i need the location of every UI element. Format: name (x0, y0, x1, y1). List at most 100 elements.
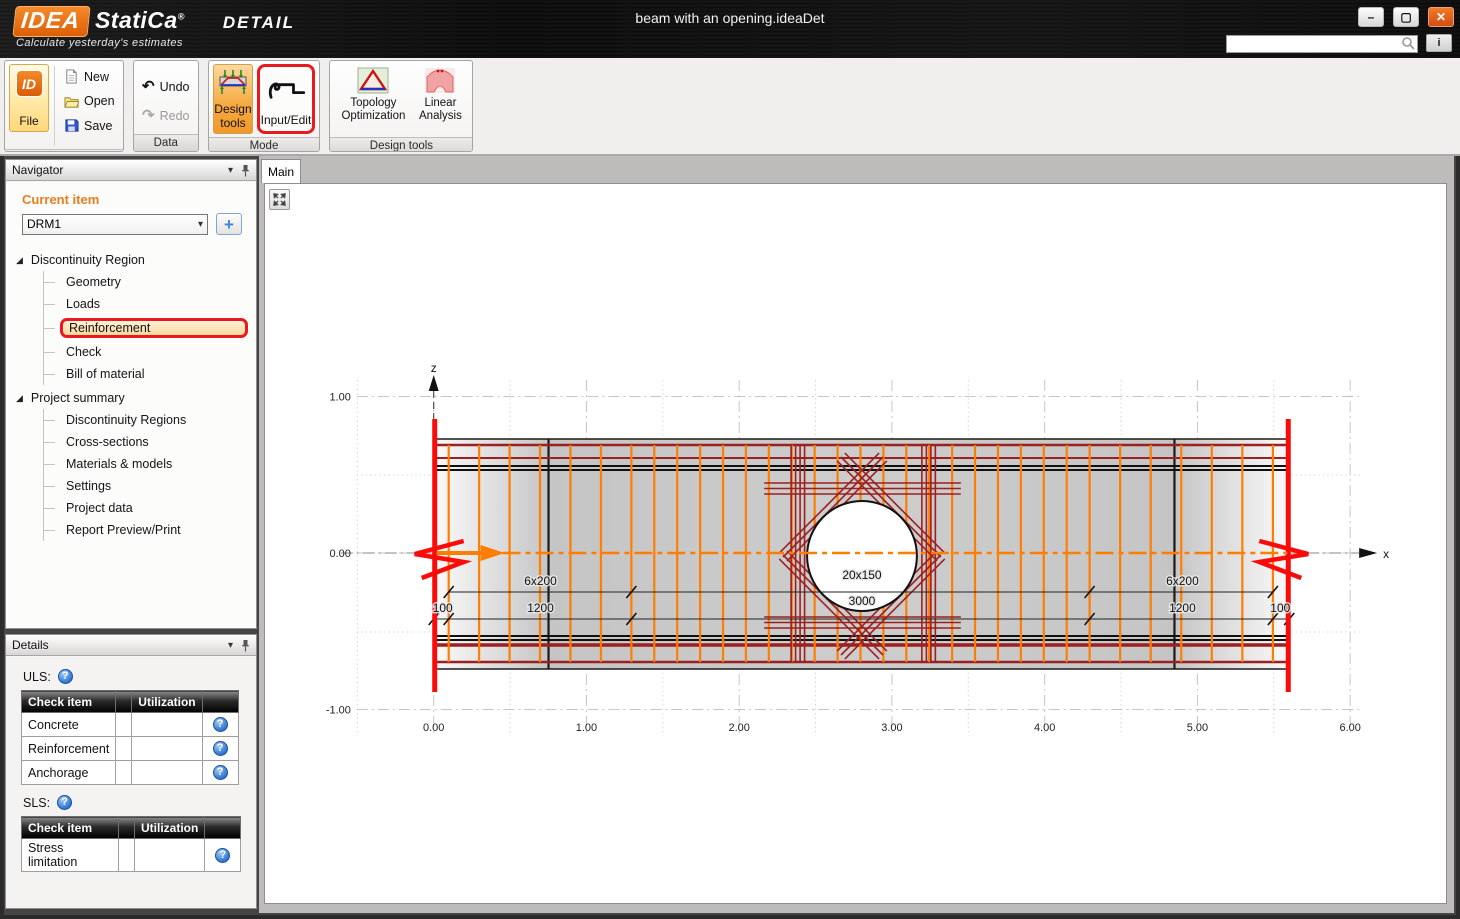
panel-collapse-icon[interactable]: ▾ (228, 640, 233, 651)
undo-button-label: Undo (160, 80, 190, 94)
utilization-value (132, 737, 202, 761)
nav-section-label: Project summary (31, 391, 125, 405)
nav-section-0[interactable]: ◢ Discontinuity Region (16, 249, 256, 271)
input-edit-mode-button[interactable]: Input/Edit (257, 64, 315, 134)
topology-optimization-icon (357, 67, 389, 94)
dimension-label: 3000 (849, 594, 876, 608)
undo-button[interactable]: ↶ Undo (138, 76, 193, 97)
uls-table: Check item Utilization Concrete?Reinforc… (21, 690, 239, 785)
check-row: Stress limitation? (22, 839, 241, 872)
utilization-value (132, 761, 202, 785)
cell-help: ? (202, 737, 238, 761)
add-item-button[interactable]: + (216, 213, 242, 235)
open-button[interactable]: Open (60, 91, 119, 112)
help-icon[interactable]: ? (58, 669, 73, 684)
utilization-value (135, 839, 205, 872)
file-button[interactable]: ID File (9, 64, 49, 132)
navigator-tree: ◢ Discontinuity Region Geometry Loads Reinfo… (16, 249, 256, 541)
new-button[interactable]: New (60, 66, 119, 87)
nav-item-loads[interactable]: Loads (44, 293, 256, 315)
search-icon (1401, 36, 1415, 50)
file-button-label: File (19, 114, 38, 128)
nav-item-geometry[interactable]: Geometry (44, 271, 256, 293)
check-item-name: Reinforcement (22, 737, 116, 761)
tree-expander-icon[interactable]: ◢ (16, 255, 23, 266)
undo-icon: ↶ (142, 79, 155, 94)
minimize-button[interactable]: – (1358, 7, 1384, 27)
dimension-label: 100 (1270, 601, 1290, 615)
nav-item-discontinuity-regions[interactable]: Discontinuity Regions (44, 409, 256, 431)
search-input[interactable] (1226, 35, 1418, 53)
navigator-title: Navigator (12, 163, 63, 177)
nav-item-cross-sections[interactable]: Cross-sections (44, 431, 256, 453)
redo-button-label: Redo (160, 109, 190, 123)
nav-item-label: Materials & models (60, 456, 178, 472)
save-button-label: Save (84, 119, 113, 133)
help-icon[interactable]: ? (213, 741, 228, 756)
drawing-canvas[interactable]: 0.001.002.003.004.005.006.001.000.00-1.0… (264, 183, 1447, 904)
nav-item-report-preview-print[interactable]: Report Preview/Print (44, 519, 256, 541)
design-tools-icon (217, 69, 249, 95)
navigator-panel: Navigator ▾ Current item DRM1 ▾ + ◢Di (5, 159, 257, 629)
dimension-label: 20x150 (842, 568, 882, 582)
group-label-mode: Mode (209, 137, 319, 152)
chevron-down-icon: ▾ (198, 219, 203, 230)
x-axis-tick: 6.00 (1339, 722, 1360, 734)
linear-analysis-button[interactable]: Linear Analysis (412, 64, 468, 134)
cell-gap (116, 761, 132, 785)
nav-item-label: Settings (60, 478, 117, 494)
pin-icon[interactable] (241, 164, 250, 177)
fit-view-button[interactable] (269, 189, 290, 210)
nav-item-check[interactable]: Check (44, 341, 256, 363)
nav-item-bill-of-material[interactable]: Bill of material (44, 363, 256, 385)
nav-section-label: Discontinuity Region (31, 253, 145, 267)
tab-main[interactable]: Main (261, 159, 301, 183)
current-item-select[interactable]: DRM1 ▾ (22, 214, 208, 235)
nav-item-label: Check (60, 344, 107, 360)
check-row: Reinforcement? (22, 737, 239, 761)
y-axis-tick: 0.00 (329, 548, 350, 560)
new-button-label: New (84, 70, 109, 84)
panel-collapse-icon[interactable]: ▾ (228, 165, 233, 176)
close-button[interactable]: ✕ (1428, 7, 1454, 27)
new-document-icon (64, 69, 79, 84)
redo-icon: ↷ (142, 108, 155, 123)
main-content: Navigator ▾ Current item DRM1 ▾ + ◢Di (4, 156, 1456, 915)
cell-help: ? (202, 761, 238, 785)
nav-section-1[interactable]: ◢ Project summary (16, 387, 256, 409)
x-axis-tick: 5.00 (1187, 722, 1208, 734)
sls-label: SLS: (23, 796, 50, 810)
nav-item-materials-models[interactable]: Materials & models (44, 453, 256, 475)
cell-help: ? (202, 713, 238, 737)
group-label-project: Project (5, 149, 123, 152)
group-label-design-tools: Design tools (330, 137, 472, 152)
redo-button[interactable]: ↷ Redo (138, 105, 193, 126)
nav-item-label: Reinforcement (60, 318, 248, 338)
x-axis-tick: 1.00 (576, 722, 597, 734)
nav-item-reinforcement[interactable]: Reinforcement (44, 315, 256, 341)
tree-expander-icon[interactable]: ◢ (16, 393, 23, 404)
check-row: Anchorage? (22, 761, 239, 785)
column-gap (116, 691, 132, 713)
nav-item-label: Loads (60, 296, 106, 312)
save-button[interactable]: Save (60, 115, 119, 136)
dimension-label: 1200 (527, 601, 554, 615)
dimension-label: 6x200 (1166, 574, 1199, 588)
help-icon[interactable]: ? (213, 717, 228, 732)
help-icon[interactable]: ? (57, 795, 72, 810)
help-icon[interactable]: ? (213, 765, 228, 780)
nav-item-project-data[interactable]: Project data (44, 497, 256, 519)
maximize-button[interactable]: ▢ (1393, 7, 1419, 27)
pin-icon[interactable] (241, 639, 250, 652)
help-icon[interactable]: ? (215, 848, 230, 863)
nav-item-settings[interactable]: Settings (44, 475, 256, 497)
z-axis-label: z (431, 361, 437, 375)
ribbon-group-project: ID File New (4, 60, 124, 152)
info-button[interactable]: i (1426, 34, 1452, 52)
input-edit-label: Input/Edit (261, 113, 312, 127)
current-item-value: DRM1 (27, 217, 61, 231)
topology-optimization-button[interactable]: Topology Optimization (334, 64, 412, 134)
x-axis-tick: 3.00 (881, 722, 902, 734)
design-tools-mode-button[interactable]: Design tools (213, 64, 253, 134)
fit-view-icon (272, 192, 287, 207)
